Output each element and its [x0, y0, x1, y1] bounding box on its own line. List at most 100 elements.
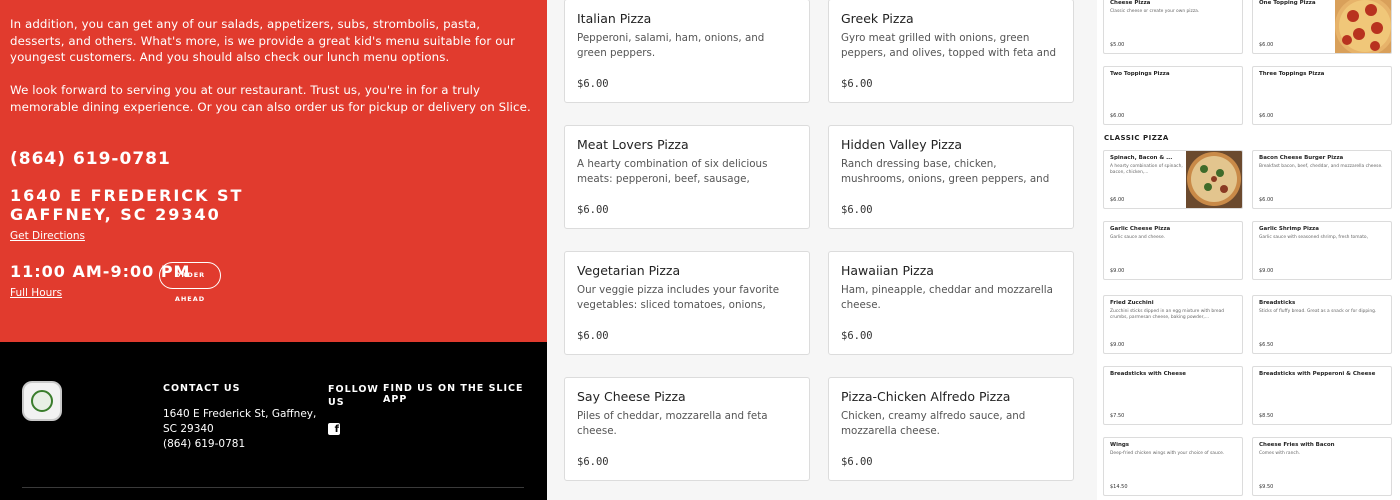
menu-item-description: Piles of cheddar, mozzarella and feta ch… — [577, 410, 768, 437]
slice-app-heading[interactable]: FIND US ON THE SLICE APP — [383, 383, 547, 405]
menu-item-card[interactable]: Greek Pizza Gyro meat grilled with onion… — [828, 0, 1074, 103]
menu-item-price: $6.00 — [841, 78, 873, 90]
menu-item-card[interactable]: Two Toppings Pizza $6.00 — [1103, 66, 1243, 125]
menu-item-card[interactable]: Garlic Cheese Pizza Garlic sauce and che… — [1103, 221, 1243, 280]
menu-item-price: $6.00 — [841, 204, 873, 216]
menu-item-card[interactable]: One Topping Pizza $6.00 — [1252, 0, 1392, 54]
menu-item-card[interactable]: Breadsticks with Cheese $7.50 — [1103, 366, 1243, 425]
menu-item-price: $8.50 — [1259, 413, 1274, 419]
facebook-icon[interactable]: f — [328, 423, 340, 435]
menu-item-name: Fried Zucchini — [1110, 300, 1154, 306]
menu-item-name: Say Cheese Pizza — [577, 389, 686, 404]
menu-item-name: Meat Lovers Pizza — [577, 137, 689, 152]
order-ahead-button[interactable]: ORDER AHEAD — [159, 262, 221, 303]
menu-item-description: Gyro meat grilled with onions, green pep… — [841, 32, 1057, 59]
menu-item-price: $6.00 — [1259, 197, 1274, 203]
menu-item-name: Pizza-Chicken Alfredo Pizza — [841, 389, 1011, 404]
menu-item-card[interactable]: Italian Pizza Pepperoni, salami, ham, on… — [564, 0, 810, 103]
menu-item-price: $6.00 — [841, 456, 873, 468]
menu-item-name: Two Toppings Pizza — [1110, 71, 1170, 77]
menu-item-price: $6.00 — [1259, 42, 1274, 48]
menu-item-name: Garlic Cheese Pizza — [1110, 226, 1171, 232]
intro-paragraph: In addition, you can get any of our sala… — [10, 17, 516, 65]
menu-item-name: Hawaiian Pizza — [841, 263, 934, 278]
footer-phone[interactable]: (864) 619-0781 — [163, 437, 245, 452]
menu-item-card[interactable]: Fried Zucchini Zucchini sticks dipped in… — [1103, 295, 1243, 354]
footer-divider — [22, 487, 524, 488]
menu-item-description: Chicken, creamy alfredo sauce, and mozza… — [841, 410, 1026, 437]
menu-item-card[interactable]: Garlic Shrimp Pizza Garlic sauce with se… — [1252, 221, 1392, 280]
menu-item-name: Italian Pizza — [577, 11, 652, 26]
menu-item-name: Cheese Pizza — [1110, 0, 1151, 6]
menu-item-price: $7.50 — [1110, 413, 1125, 419]
menu-item-card[interactable]: Cheese Fries with Bacon Comes with ranch… — [1252, 437, 1392, 496]
menu-item-name: Breadsticks — [1259, 300, 1296, 306]
menu-item-price: $6.50 — [1259, 342, 1274, 348]
menu-item-description: Classic cheese or create your own pizza. — [1110, 9, 1200, 14]
menu-item-card[interactable]: Breadsticks Sticks of fluffy bread. Grea… — [1252, 295, 1392, 354]
menu-item-description: Garlic sauce with seasoned shrimp, fresh… — [1259, 235, 1369, 240]
menu-item-price: $6.00 — [577, 456, 609, 468]
restaurant-logo[interactable] — [22, 381, 62, 421]
menu-item-card[interactable]: Say Cheese Pizza Piles of cheddar, mozza… — [564, 377, 810, 481]
logo-emblem-icon — [31, 390, 53, 412]
menu-item-description: Sticks of fluffy bread. Great as a snack… — [1259, 309, 1377, 314]
menu-item-name: Garlic Shrimp Pizza — [1259, 226, 1319, 232]
menu-item-name: Vegetarian Pizza — [577, 263, 681, 278]
menu-item-card[interactable]: Breadsticks with Pepperoni & Cheese $8.5… — [1252, 366, 1392, 425]
address-line-2: GAFFNEY, SC 29340 — [10, 205, 221, 224]
menu-item-price: $9.00 — [1110, 342, 1125, 348]
menu-item-card[interactable]: Three Toppings Pizza $6.00 — [1252, 66, 1392, 125]
menu-item-card[interactable]: Wings Deep-fried chicken wings with your… — [1103, 437, 1243, 496]
menu-item-price: $6.00 — [577, 204, 609, 216]
menu-item-name: One Topping Pizza — [1259, 0, 1316, 6]
menu-item-price: $6.00 — [1110, 113, 1125, 119]
menu-item-card[interactable]: Meat Lovers Pizza A hearty combination o… — [564, 125, 810, 229]
menu-item-price: $9.50 — [1259, 484, 1274, 490]
menu-item-card[interactable]: Spinach, Bacon & ... A hearty combinatio… — [1103, 150, 1243, 209]
menu-item-name: Breadsticks with Cheese — [1110, 371, 1187, 377]
menu-item-name: Wings — [1110, 442, 1130, 448]
menu-item-price: $6.00 — [1259, 113, 1274, 119]
menu-item-description: A hearty combination of spinach, bacon, … — [1110, 164, 1183, 175]
menu-item-description: A hearty combination of six delicious me… — [577, 158, 768, 185]
menu-item-price: $14.50 — [1110, 484, 1128, 490]
follow-heading: FOLLOW US — [328, 384, 379, 408]
menu-item-name: Hidden Valley Pizza — [841, 137, 963, 152]
menu-item-card[interactable]: Bacon Cheese Burger Pizza Breakfast baco… — [1252, 150, 1392, 209]
menu-item-price: $6.00 — [577, 330, 609, 342]
get-directions-link[interactable]: Get Directions — [10, 230, 85, 242]
footer-address: 1640 E Frederick St, Gaffney, SC 29340 — [163, 408, 317, 435]
spinach-pizza-image — [1186, 151, 1242, 208]
menu-item-description: Deep-fried chicken wings with your choic… — [1110, 451, 1225, 456]
menu-item-price: $9.00 — [1110, 268, 1125, 274]
menu-item-price: $6.00 — [1110, 197, 1125, 203]
menu-item-price: $6.00 — [841, 330, 873, 342]
menu-item-card[interactable]: Vegetarian Pizza Our veggie pizza includ… — [564, 251, 810, 355]
menu-item-description: Breakfast bacon, beef, cheddar, and mozz… — [1259, 164, 1383, 169]
full-hours-link[interactable]: Full Hours — [10, 287, 62, 299]
menu-item-card[interactable]: Cheese Pizza Classic cheese or create yo… — [1103, 0, 1243, 54]
site-footer: CONTACT US 1640 E Frederick St, Gaffney,… — [0, 342, 547, 500]
menu-item-name: Cheese Fries with Bacon — [1259, 442, 1335, 448]
menu-item-description: Pepperoni, salami, ham, onions, and gree… — [577, 32, 765, 59]
menu-item-card[interactable]: Hawaiian Pizza Ham, pineapple, cheddar a… — [828, 251, 1074, 355]
menu-item-name: Greek Pizza — [841, 11, 914, 26]
menu-preview-panel: Cheese Pizza Classic cheese or create yo… — [1097, 0, 1400, 500]
classic-pizza-heading: CLASSIC PIZZA — [1104, 134, 1169, 142]
menu-item-description: Zucchini sticks dipped in an egg mixture… — [1110, 309, 1225, 320]
menu-item-description: Our veggie pizza includes your favorite … — [577, 284, 780, 311]
menu-item-name: Three Toppings Pizza — [1259, 71, 1325, 77]
menu-item-price: $9.00 — [1259, 268, 1274, 274]
menu-item-description: Ranch dressing base, chicken, mushrooms,… — [841, 158, 1050, 185]
menu-item-card[interactable]: Pizza-Chicken Alfredo Pizza Chicken, cre… — [828, 377, 1074, 481]
menu-item-name: Spinach, Bacon & ... — [1110, 155, 1173, 161]
menu-item-price: $6.00 — [577, 78, 609, 90]
phone-number[interactable]: (864) 619-0781 — [10, 149, 171, 169]
menu-item-description: Garlic sauce and cheese. — [1110, 235, 1166, 240]
menu-item-card[interactable]: Hidden Valley Pizza Ranch dressing base,… — [828, 125, 1074, 229]
menu-item-description: Ham, pineapple, cheddar and mozzarella c… — [841, 284, 1053, 311]
pepperoni-pizza-image — [1335, 0, 1391, 53]
menu-grid: Italian Pizza Pepperoni, salami, ham, on… — [547, 0, 1097, 500]
menu-item-price: $5.00 — [1110, 42, 1125, 48]
